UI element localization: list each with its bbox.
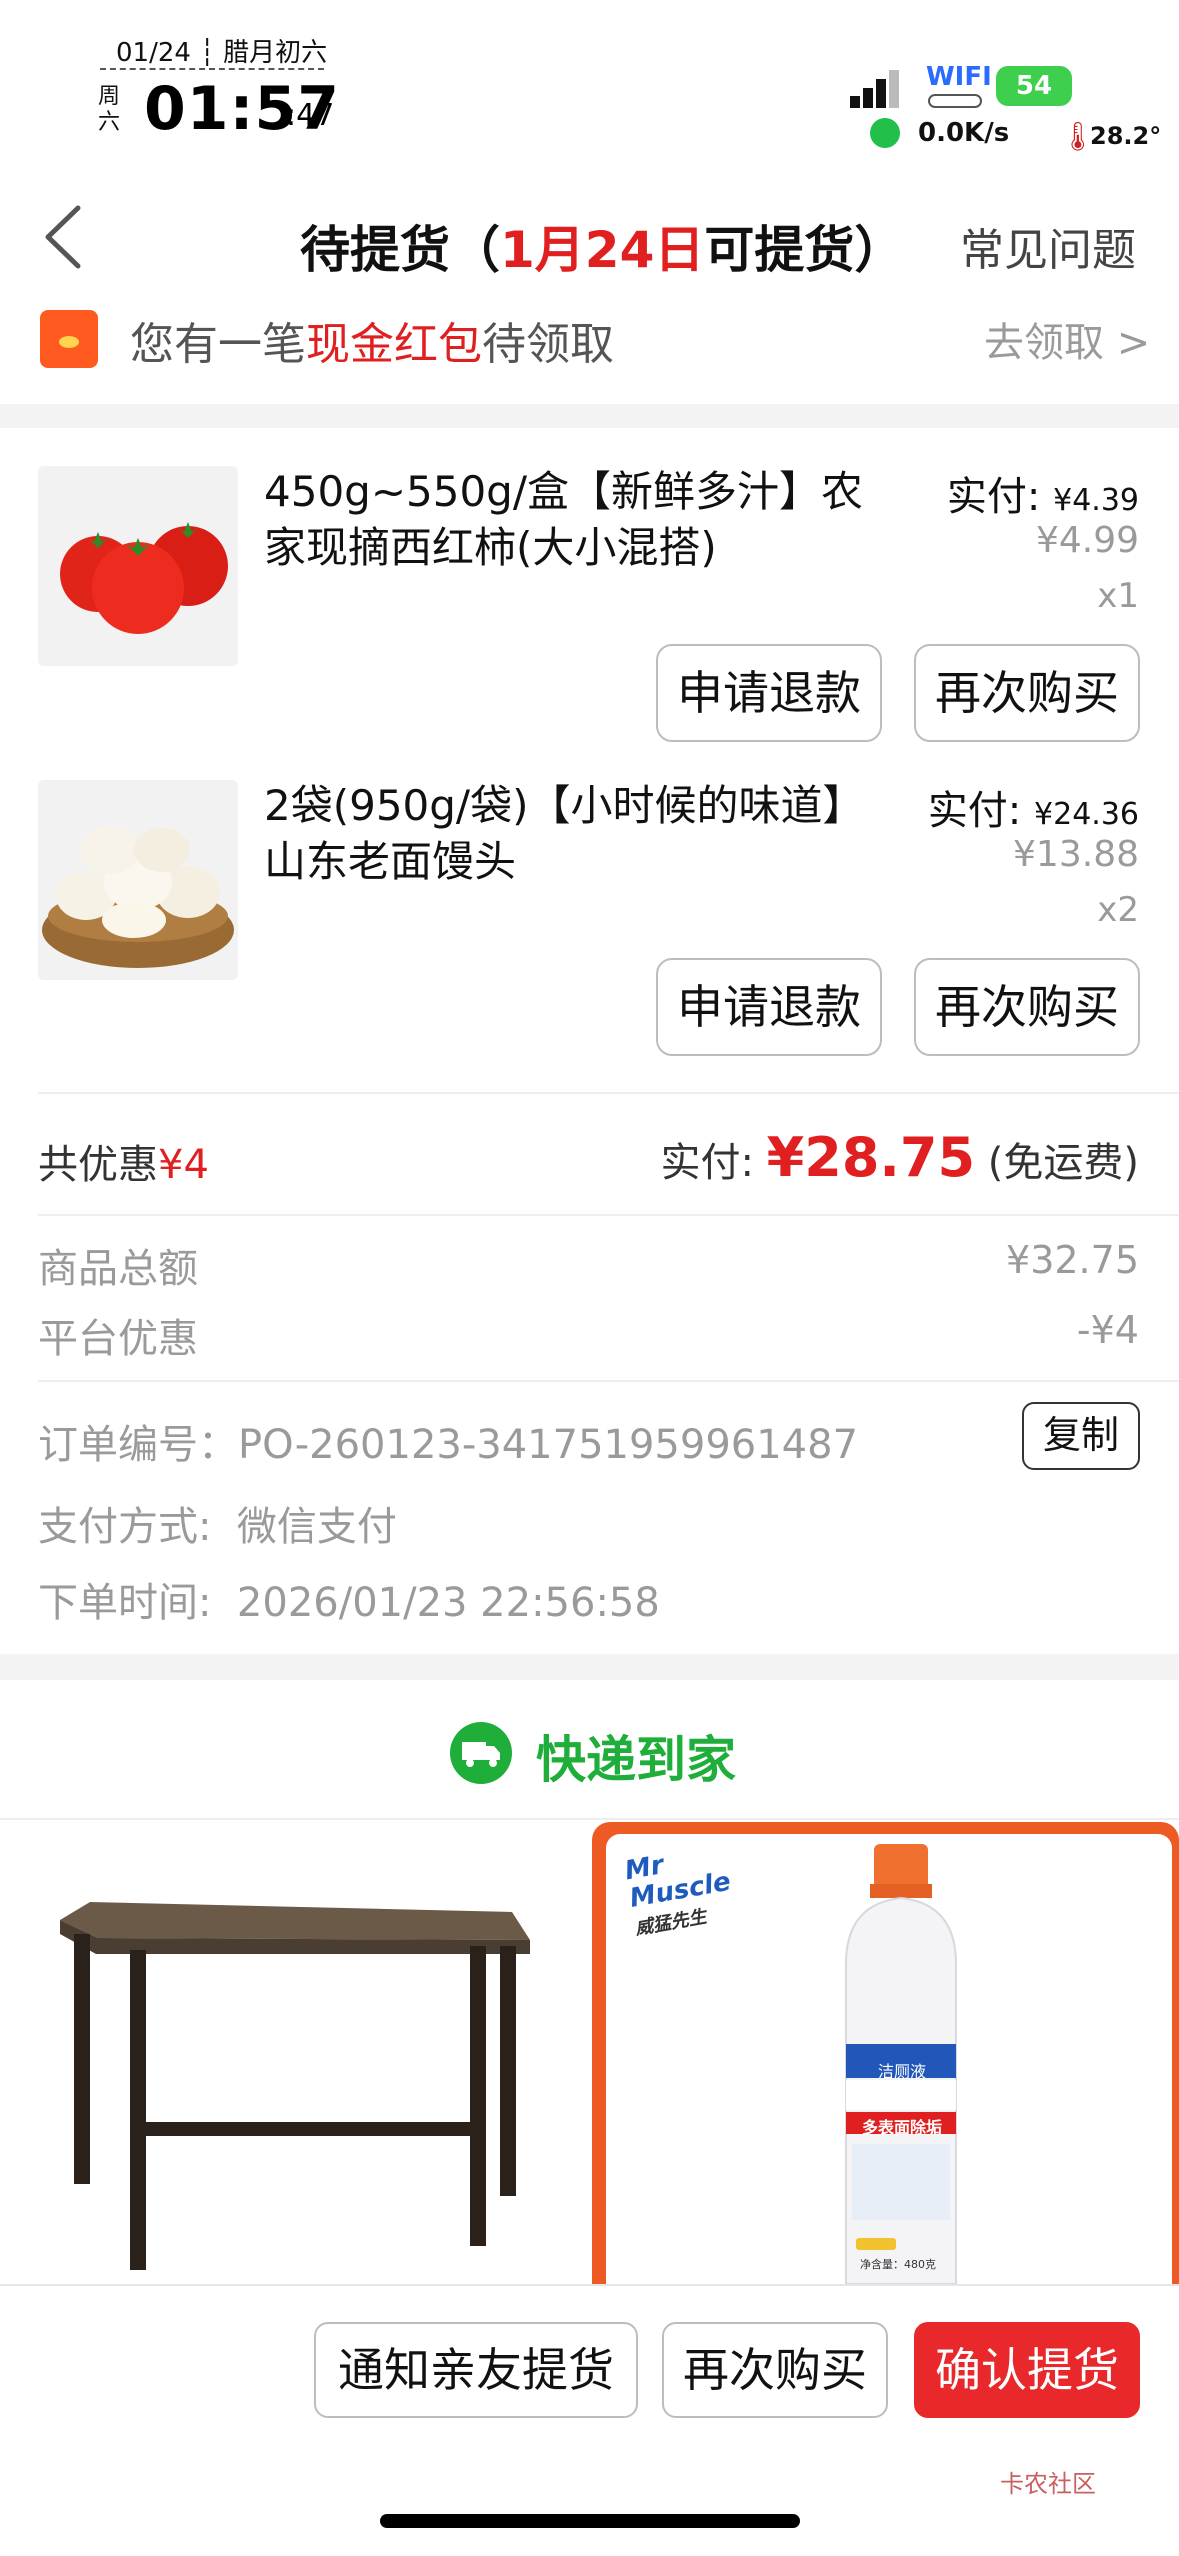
refund-button[interactable]: 申请退款 (656, 644, 882, 742)
divider (38, 1092, 1179, 1094)
red-packet-icon (40, 310, 98, 368)
cleaner-sub: 多表面除垢 (861, 2118, 942, 2137)
network-speed: 0.0K/s (918, 118, 1010, 148)
payment-method: 支付方式: 微信支付 (38, 1504, 397, 1550)
platform-discount-label: 平台优惠 (38, 1316, 198, 1362)
order-time: 下单时间: 2026/01/23 22:56:58 (38, 1580, 660, 1626)
battery-icon: 54 (996, 66, 1072, 106)
divider (0, 1818, 1179, 1820)
red-packet-text: 您有一笔现金红包待领取 (130, 319, 614, 370)
product-original-price: ¥4.99 (1035, 520, 1139, 561)
wifi-label: WIFI (926, 62, 992, 92)
home-indicator[interactable] (380, 2514, 800, 2528)
notify-friend-button[interactable]: 通知亲友提货 (314, 2322, 638, 2418)
status-weekday: 周六 (98, 84, 121, 135)
temperature: 28.2° (1090, 122, 1162, 150)
recommend-card-desk[interactable] (0, 1822, 586, 2284)
truck-icon (450, 1722, 512, 1784)
confirm-pickup-button[interactable]: 确认提货 (914, 2322, 1140, 2418)
rebuy-button[interactable]: 再次购买 (914, 958, 1140, 1056)
goods-total-label: 商品总额 (38, 1246, 198, 1292)
product-original-price: ¥13.88 (1013, 834, 1139, 875)
section-divider (0, 1654, 1179, 1680)
status-seconds: :47 (286, 98, 335, 133)
product-paid: 实付: ¥4.39 (946, 474, 1139, 520)
order-number: 订单编号：PO-260123-341751959961487 (38, 1422, 859, 1468)
refund-button[interactable]: 申请退款 (656, 958, 882, 1056)
brand-logo: Mr Muscle 威猛先生 (622, 1850, 733, 1940)
product-title[interactable]: 450g~550g/盒【新鲜多汁】农家现摘西红柿(大小混搭) (264, 464, 884, 576)
express-title: 快递到家 (536, 1731, 736, 1789)
product-image-mantou[interactable] (38, 780, 238, 980)
section-divider (0, 404, 1179, 428)
product-paid: 实付: ¥24.36 (927, 788, 1139, 834)
status-date: 01/24 ┆ 腊月初六 (116, 38, 328, 68)
status-separator (100, 68, 324, 70)
page-title: 待提货（1月24日可提货） (300, 221, 905, 279)
location-icon (870, 118, 900, 148)
cleaner-net: 净含量：480克 (860, 2258, 936, 2271)
back-arrow-icon[interactable] (40, 202, 96, 272)
product-title[interactable]: 2袋(950g/袋)【小时候的味道】山东老面馒头 (264, 778, 884, 890)
watermark: 卡农社区 (1000, 2470, 1096, 2498)
cleaner-name: 洁厕液 (877, 2062, 926, 2081)
claim-red-packet-link[interactable]: 去领取 > (984, 310, 1150, 368)
copy-button[interactable]: 复制 (1022, 1402, 1140, 1470)
platform-discount-value: -¥4 (1076, 1308, 1139, 1352)
signal-icon (850, 70, 899, 108)
total-discount: 共优惠¥4 (38, 1142, 209, 1188)
wifi-icon (928, 94, 982, 108)
rebuy-bottom-button[interactable]: 再次购买 (662, 2322, 888, 2418)
product-image-tomato[interactable] (38, 466, 238, 666)
product-quantity: x1 (1097, 576, 1139, 616)
goods-total-value: ¥32.75 (1006, 1238, 1139, 1282)
total-paid: 实付: ¥28.75 (免运费) (660, 1126, 1139, 1189)
faq-link[interactable]: 常见问题 (960, 214, 1136, 278)
cleaner-image: Mr Muscle 威猛先生 洁厕液 多表面除垢 净含量：480克 (606, 1834, 1172, 2284)
product-quantity: x2 (1097, 890, 1139, 930)
rebuy-button[interactable]: 再次购买 (914, 644, 1140, 742)
divider (38, 1214, 1179, 1216)
desk-image (60, 1902, 530, 2270)
divider (38, 1380, 1179, 1382)
